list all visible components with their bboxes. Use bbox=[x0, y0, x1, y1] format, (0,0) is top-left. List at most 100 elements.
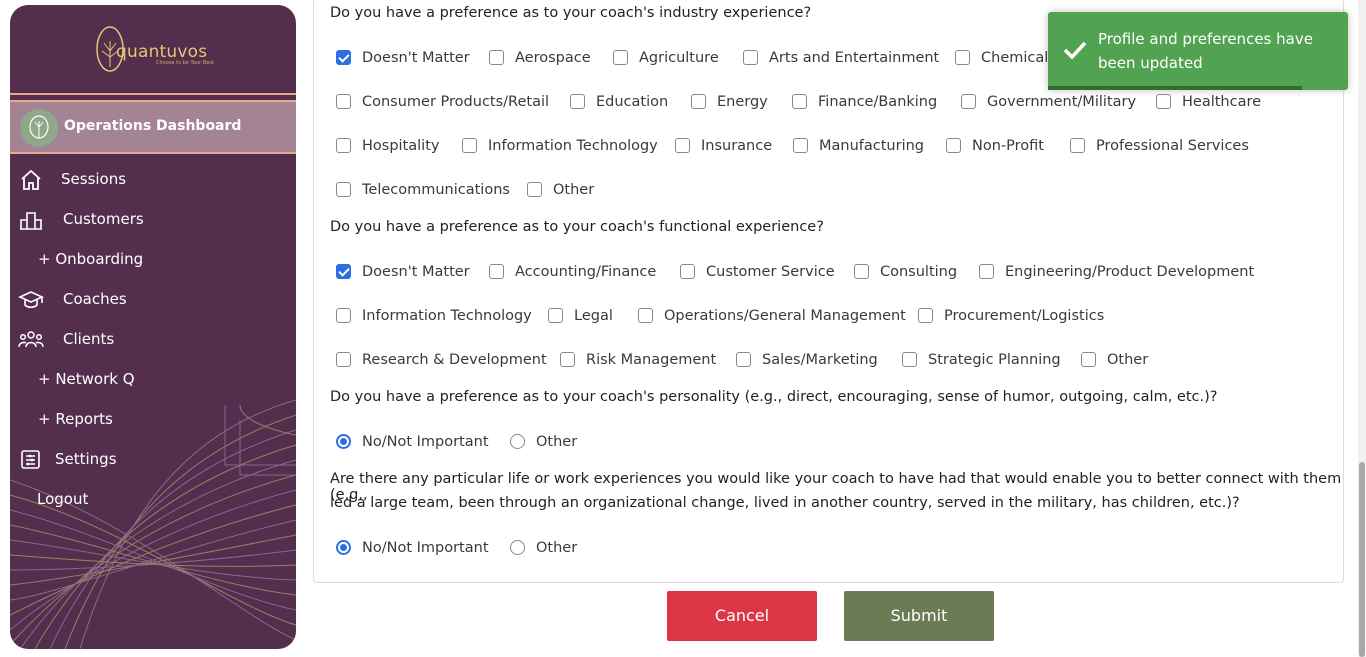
checkbox[interactable] bbox=[961, 94, 976, 109]
checkbox[interactable] bbox=[570, 94, 585, 109]
industry-question: Do you have a preference as to your coac… bbox=[330, 5, 812, 21]
scrollbar-thumb[interactable] bbox=[1359, 462, 1365, 657]
checkbox[interactable] bbox=[548, 308, 563, 323]
checkbox[interactable] bbox=[979, 264, 994, 279]
option-label: Research & Development bbox=[362, 352, 547, 368]
people-icon bbox=[18, 331, 44, 348]
option-label: Consulting bbox=[880, 264, 958, 280]
sidebar-item-network-q[interactable]: + Network Q bbox=[10, 363, 296, 397]
option-label: Government/Military bbox=[987, 94, 1137, 110]
sidebar-item-label: Customers bbox=[63, 210, 144, 228]
option-label: Operations/General Management bbox=[664, 308, 906, 324]
checkbox[interactable] bbox=[336, 94, 351, 109]
sidebar-item-settings[interactable]: Settings bbox=[10, 443, 296, 477]
checkbox[interactable] bbox=[743, 50, 758, 65]
page-scrollbar[interactable] bbox=[1358, 0, 1366, 657]
option-label: Doesn't Matter bbox=[362, 50, 470, 66]
radio-button[interactable] bbox=[510, 434, 525, 449]
option-label: Insurance bbox=[701, 138, 773, 154]
checkbox[interactable] bbox=[336, 308, 351, 323]
option-label: Professional Services bbox=[1096, 138, 1249, 154]
option-label: Agriculture bbox=[639, 50, 719, 66]
sidebar-item-label: Logout bbox=[37, 490, 89, 508]
checkmark-icon bbox=[1063, 41, 1087, 60]
checkbox[interactable] bbox=[1070, 138, 1085, 153]
checkbox[interactable] bbox=[792, 94, 807, 109]
option-label: Other bbox=[536, 434, 578, 450]
sidebar-item-clients[interactable]: Clients bbox=[10, 323, 296, 357]
sidebar-item-label: + Network Q bbox=[38, 370, 135, 388]
checkbox[interactable] bbox=[1156, 94, 1171, 109]
sidebar-item-label: Sessions bbox=[61, 170, 127, 188]
sidebar-item-onboarding[interactable]: + Onboarding bbox=[10, 243, 296, 277]
option-label: Other bbox=[1107, 352, 1149, 368]
sidebar-item-label: Coaches bbox=[63, 290, 127, 308]
cancel-button[interactable]: Cancel bbox=[667, 591, 817, 641]
option-label: Strategic Planning bbox=[928, 352, 1061, 368]
checkbox[interactable] bbox=[854, 264, 869, 279]
checkbox[interactable] bbox=[736, 352, 751, 367]
dashboard-avatar bbox=[20, 109, 58, 147]
option-label: Other bbox=[553, 182, 595, 198]
experience-question-line2: led a large team, been through an organi… bbox=[330, 495, 1240, 511]
checkbox[interactable] bbox=[1081, 352, 1096, 367]
checkbox[interactable] bbox=[918, 308, 933, 323]
submit-button[interactable]: Submit bbox=[844, 591, 994, 641]
radio-button[interactable] bbox=[336, 540, 351, 555]
option-label: Other bbox=[536, 540, 578, 556]
checkbox[interactable] bbox=[462, 138, 477, 153]
sidebar-item-reports[interactable]: + Reports bbox=[10, 403, 296, 437]
checkbox[interactable] bbox=[793, 138, 808, 153]
home-icon bbox=[21, 169, 41, 190]
sidebar-item-customers[interactable]: Customers bbox=[10, 203, 296, 237]
checkbox[interactable] bbox=[638, 308, 653, 323]
checkbox[interactable] bbox=[527, 182, 542, 197]
sidebar-item-sessions[interactable]: Sessions bbox=[10, 163, 296, 197]
toast-message: Profile and preferences have been update… bbox=[1098, 30, 1313, 72]
option-label: Customer Service bbox=[706, 264, 835, 280]
checkbox[interactable] bbox=[691, 94, 706, 109]
sidebar-item-coaches[interactable]: Coaches bbox=[10, 283, 296, 317]
success-toast[interactable]: Profile and preferences have been update… bbox=[1048, 12, 1348, 90]
checkbox[interactable] bbox=[902, 352, 917, 367]
checkbox[interactable] bbox=[560, 352, 575, 367]
checkbox[interactable] bbox=[336, 352, 351, 367]
radio-button[interactable] bbox=[510, 540, 525, 555]
operations-dashboard-link[interactable]: Operations Dashboard bbox=[10, 100, 296, 154]
option-label: Doesn't Matter bbox=[362, 264, 470, 280]
checkbox[interactable] bbox=[675, 138, 690, 153]
checkbox[interactable] bbox=[946, 138, 961, 153]
option-label: No/Not Important bbox=[362, 434, 489, 450]
dashboard-label: Operations Dashboard bbox=[64, 118, 242, 134]
building-icon bbox=[20, 212, 42, 230]
settings-list-icon bbox=[21, 450, 40, 469]
checkbox[interactable] bbox=[336, 50, 351, 65]
option-label: Hospitality bbox=[362, 138, 440, 154]
option-label: Accounting/Finance bbox=[515, 264, 657, 280]
checkbox[interactable] bbox=[336, 264, 351, 279]
option-label: Procurement/Logistics bbox=[944, 308, 1105, 324]
radio-button[interactable] bbox=[336, 434, 351, 449]
personality-question: Do you have a preference as to your coac… bbox=[330, 389, 1218, 405]
checkbox[interactable] bbox=[336, 138, 351, 153]
option-label: Consumer Products/Retail bbox=[362, 94, 550, 110]
brand-tagline: Choose to be Your Best bbox=[156, 60, 214, 66]
sidebar: quantuvos Choose to be Your Best Operati… bbox=[10, 5, 296, 649]
checkbox[interactable] bbox=[336, 182, 351, 197]
checkbox[interactable] bbox=[680, 264, 695, 279]
option-label: Chemical/I bbox=[981, 50, 1058, 66]
option-label: Telecommunications bbox=[362, 182, 510, 198]
brand-name: quantuvos bbox=[116, 42, 208, 62]
checkbox[interactable] bbox=[489, 50, 504, 65]
option-label: Arts and Entertainment bbox=[769, 50, 940, 66]
sidebar-item-logout[interactable]: Logout bbox=[10, 483, 296, 517]
tree-icon bbox=[29, 115, 49, 139]
sidebar-item-label: + Reports bbox=[38, 410, 113, 428]
checkbox[interactable] bbox=[955, 50, 970, 65]
checkbox[interactable] bbox=[489, 264, 504, 279]
option-label: Risk Management bbox=[586, 352, 717, 368]
checkbox[interactable] bbox=[613, 50, 628, 65]
divider bbox=[10, 93, 296, 95]
option-label: Engineering/Product Development bbox=[1005, 264, 1255, 280]
option-label: Healthcare bbox=[1182, 94, 1262, 110]
